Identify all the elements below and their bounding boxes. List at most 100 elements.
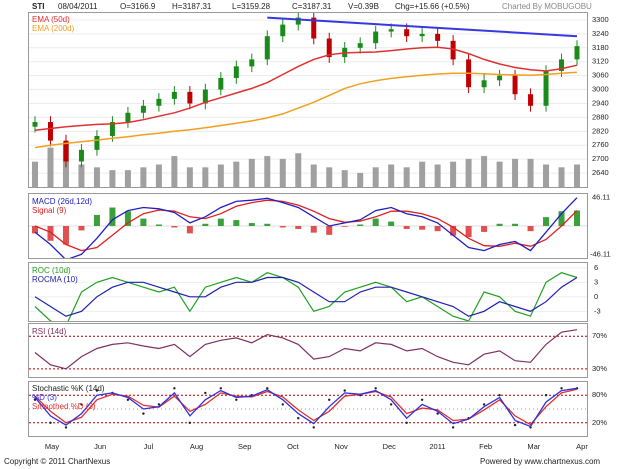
roc-panel: ROC (10d) ROCMA (10) <box>28 262 588 327</box>
volume-bar-21 <box>357 172 364 187</box>
price-tick-label-4: 3060 <box>592 71 609 80</box>
price-candle-10 <box>187 91 193 104</box>
stoch-k-point-33 <box>544 394 548 397</box>
volume-bar-35 <box>574 164 580 187</box>
volume-bar-22 <box>372 167 379 187</box>
legend-rocma: ROCMA (10) <box>32 275 78 284</box>
volume-bar-4 <box>93 167 100 187</box>
roc-tick-label-0: 6 <box>594 263 598 272</box>
powered-by-label: Powered by www.chartnexus.com <box>480 457 601 466</box>
macd-histogram-bar-28 <box>465 226 472 238</box>
price-tick-label-5: 3000 <box>592 85 609 94</box>
volume-bar-33 <box>543 164 550 187</box>
volume-bar-26 <box>434 164 441 187</box>
legend-signal: Signal (9) <box>32 206 67 215</box>
volume-bar-20 <box>341 170 348 187</box>
volume-bar-3 <box>78 164 85 187</box>
stoch-k-point-31 <box>513 423 517 427</box>
price-candle-21 <box>357 43 363 48</box>
rsi-tick-label-0: 70% <box>592 331 607 340</box>
x-tick-label-7: Dec <box>383 442 397 451</box>
macd-histogram-bar-7 <box>140 218 147 226</box>
stoch-k-point-9 <box>173 387 176 390</box>
stoch-k-point-23 <box>389 403 393 406</box>
macd-histogram-bar-11 <box>202 223 209 226</box>
price-tick-label-7: 2880 <box>592 112 609 121</box>
price-candle-7 <box>140 105 146 113</box>
legend-stoch-k: Stochastic %K (14d) <box>32 384 105 393</box>
price-candle-25 <box>419 33 425 37</box>
price-candle-29 <box>481 80 487 88</box>
volume-bar-30 <box>496 161 503 187</box>
price-candle-0 <box>32 122 38 127</box>
close-label: C=3187.31 <box>292 2 332 11</box>
macd-histogram-bar-26 <box>434 226 441 232</box>
price-tick-label-1: 3240 <box>592 29 609 38</box>
stoch-tick-label-0: 80% <box>592 390 607 399</box>
volume-bar-16 <box>279 158 286 187</box>
price-candle-31 <box>512 75 518 95</box>
price-candle-13 <box>233 66 239 78</box>
chart-root: STI 08/04/2011 O=3166.9 H=3187.31 L=3159… <box>0 0 624 469</box>
legend-macd: MACD (26d,12d) <box>32 197 92 206</box>
roc-tick-label-1: 3 <box>594 277 598 286</box>
stoch-k-point-6 <box>126 398 130 401</box>
stoch-k-point-19 <box>328 398 331 401</box>
macd-histogram-bar-22 <box>372 218 379 226</box>
volume-bar-24 <box>403 167 410 187</box>
stoch-k-point-22 <box>374 387 377 390</box>
macd-histogram-bar-10 <box>186 226 193 234</box>
roc-tick-label-2: 0 <box>594 292 598 301</box>
ema200-line <box>34 71 578 149</box>
macd-histogram-bar-12 <box>217 218 224 226</box>
price-candle-14 <box>249 59 255 67</box>
macd-histogram-bar-20 <box>341 226 348 227</box>
high-label: H=3187.31 <box>172 2 212 11</box>
macd-histogram-bar-2 <box>62 226 69 245</box>
rsi-panel: RSI (14d) <box>28 323 588 378</box>
volume-bar-32 <box>527 158 534 187</box>
roc-tick-label-3: -3 <box>594 306 601 315</box>
x-tick-label-8: 2011 <box>429 442 445 451</box>
macd-histogram-bar-33 <box>543 217 550 226</box>
price-candle-23 <box>388 29 394 32</box>
macd-tick-label-1: -46.11 <box>590 249 611 258</box>
macd-tick-label-0: 46.11 <box>592 193 610 202</box>
price-candle-16 <box>280 24 286 37</box>
price-candle-26 <box>435 33 441 41</box>
stoch-k-point-7 <box>142 412 145 415</box>
change-label: Chg=+15.66 (+0.5%) <box>395 2 470 11</box>
price-tick-label-6: 2940 <box>592 98 609 107</box>
volume-bar-9 <box>171 156 178 187</box>
rsi-chart-svg: RSI (14d) <box>29 327 587 370</box>
price-candle-4 <box>94 135 100 150</box>
macd-histogram-bar-25 <box>419 226 426 230</box>
volume-bar-28 <box>465 158 472 187</box>
volume-bar-6 <box>124 170 131 187</box>
legend-stoch-sd: Smoothed %D (3) <box>32 402 96 411</box>
stoch-k-point-30 <box>498 394 501 397</box>
price-candle-32 <box>528 94 534 106</box>
macd-histogram-bar-9 <box>171 226 178 228</box>
volume-bar-14 <box>248 158 255 187</box>
macd-histogram-bar-19 <box>326 226 333 235</box>
price-tick-label-3: 3120 <box>592 57 609 66</box>
volume-bar-25 <box>419 161 426 187</box>
price-tick-label-11: 2640 <box>592 168 609 177</box>
legend-roc: ROC (10d) <box>32 266 71 275</box>
rsi-line <box>34 329 578 370</box>
stoch-k-point-12 <box>219 387 223 390</box>
macd-histogram-bar-23 <box>388 221 395 226</box>
stochastic-chart-svg: Stochastic %K (14d)%D (3)Smoothed %D (3) <box>29 384 587 429</box>
price-candle-1 <box>47 122 53 141</box>
volume-bar-31 <box>512 158 519 187</box>
macd-histogram-bar-29 <box>481 226 488 232</box>
price-candle-3 <box>78 149 84 162</box>
macd-histogram-bar-15 <box>264 223 271 226</box>
price-candle-15 <box>264 36 270 60</box>
stochastic-panel: Stochastic %K (14d) %D (3) Smoothed %D (3) <box>28 381 588 437</box>
x-tick-label-6: Nov <box>334 442 348 451</box>
stoch-k-point-27 <box>451 426 455 429</box>
price-candle-24 <box>404 29 410 37</box>
macd-histogram-bar-32 <box>527 226 534 232</box>
